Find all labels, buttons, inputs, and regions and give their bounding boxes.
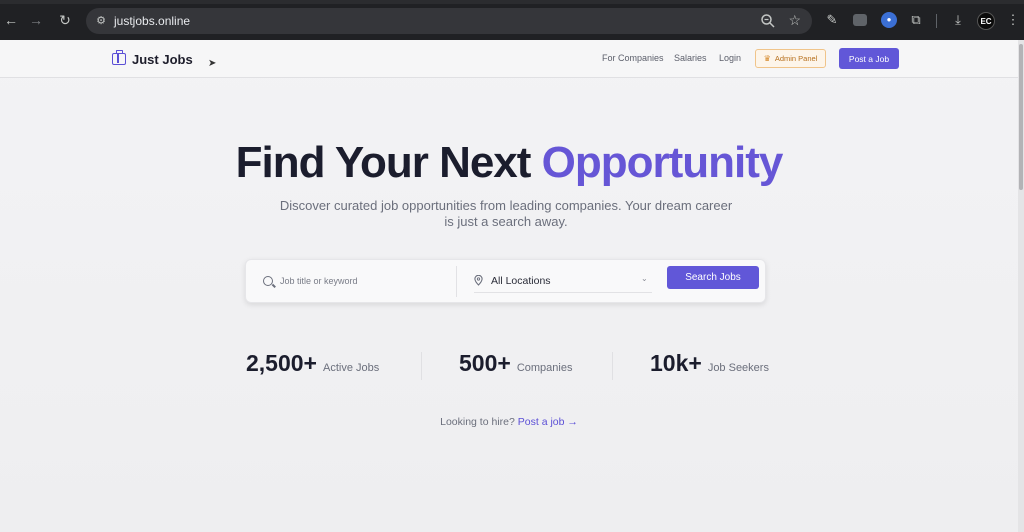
zoom-icon[interactable]	[760, 13, 776, 29]
nav-login[interactable]: Login	[719, 53, 741, 63]
forward-icon[interactable]: →	[28, 12, 44, 28]
bookmark-star-icon[interactable]: ☆	[788, 12, 801, 29]
keyword-input[interactable]	[280, 273, 450, 289]
search-jobs-button[interactable]: Search Jobs	[667, 266, 759, 289]
nav-salaries[interactable]: Salaries	[674, 53, 707, 63]
location-select[interactable]: All Locations	[491, 275, 551, 287]
download-icon[interactable]: ⤓	[950, 12, 966, 28]
stat-value: 10k+	[650, 350, 702, 376]
nav-for-companies[interactable]: For Companies	[602, 53, 664, 63]
stat-job-seekers: 10k+ Job Seekers	[650, 350, 769, 377]
stat-value: 2,500+	[246, 350, 317, 376]
hero-title: Find Your Next Opportunity	[0, 138, 1018, 188]
brand-name: Just Jobs	[132, 51, 193, 67]
mouse-cursor-icon: ➤	[208, 58, 217, 69]
stat-divider	[421, 352, 422, 380]
site-header: Just Jobs ➤ For Companies Salaries Login…	[0, 40, 1018, 78]
search-divider	[456, 266, 457, 297]
extensions-puzzle-icon[interactable]: ⧉	[908, 12, 924, 28]
hero-subtitle: Discover curated job opportunities from …	[279, 198, 733, 229]
reload-icon[interactable]: ↻	[57, 12, 73, 28]
browser-menu-icon[interactable]: ⋮	[1005, 12, 1021, 28]
stat-label: Job Seekers	[707, 362, 769, 374]
profile-avatar[interactable]: EC	[977, 12, 995, 30]
hero-title-main: Find Your Next	[235, 138, 532, 187]
post-job-link[interactable]: Post a job →	[518, 416, 578, 428]
tab-strip	[0, 0, 1024, 4]
eyedropper-icon[interactable]: ✎	[824, 12, 840, 28]
location-underline	[474, 292, 652, 293]
stat-active-jobs: 2,500+ Active Jobs	[246, 350, 379, 377]
site-settings-icon[interactable]: ⚙	[93, 13, 109, 29]
address-bar[interactable]: ⚙ justjobs.online ☆	[86, 8, 812, 34]
stat-divider	[612, 352, 613, 380]
back-icon[interactable]: ←	[3, 12, 19, 28]
crown-icon: ♛	[763, 54, 771, 63]
admin-panel-label: Admin Panel	[774, 54, 818, 63]
hire-prompt: Looking to hire? Post a job →	[0, 416, 1018, 428]
stat-value: 500+	[459, 350, 511, 376]
post-job-button[interactable]: Post a Job	[839, 48, 899, 69]
hire-text: Looking to hire?	[440, 416, 515, 428]
brand[interactable]: Just Jobs	[112, 50, 193, 67]
stat-label: Active Jobs	[323, 362, 380, 374]
admin-panel-button[interactable]: ♛ Admin Panel	[755, 49, 826, 68]
toolbar-divider	[936, 14, 937, 28]
extension-blue-icon[interactable]: ●	[881, 12, 897, 28]
stat-label: Companies	[516, 362, 573, 374]
briefcase-icon	[112, 50, 126, 65]
browser-chrome: ← → ↻ ⚙ justjobs.online ☆ ✎ ● ⧉ ⤓ EC ⋮	[0, 0, 1024, 40]
scrollbar-thumb[interactable]	[1019, 44, 1023, 190]
search-card: All Locations ⌄ Search Jobs	[245, 259, 766, 303]
location-pin-icon	[474, 275, 483, 286]
search-icon	[263, 276, 273, 286]
url-text[interactable]: justjobs.online	[114, 14, 190, 28]
page: Just Jobs ➤ For Companies Salaries Login…	[0, 40, 1018, 532]
stat-companies: 500+ Companies	[459, 350, 572, 377]
scrollbar[interactable]	[1018, 40, 1024, 532]
chevron-down-icon[interactable]: ⌄	[641, 274, 648, 283]
camera-extension-icon[interactable]	[853, 14, 867, 26]
hero-title-accent: Opportunity	[541, 138, 784, 187]
